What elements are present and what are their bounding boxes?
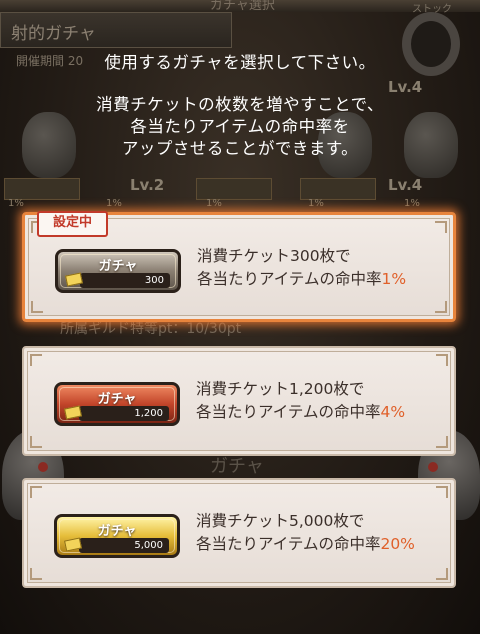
gacha-option-5000[interactable]: ガチャ 5,000 消費チケット5,000枚で 各当たりアイテムの命中率20% (22, 478, 456, 588)
bg-tab-label: 射的ガチャ (11, 24, 96, 44)
button-label: ガチャ (97, 524, 137, 539)
button-label: ガチャ (97, 392, 137, 407)
gacha-button-300[interactable]: ガチャ 300 (55, 249, 181, 293)
desc-line-1: 消費チケット5,000枚で (196, 512, 365, 530)
bg-percent: 1% (308, 198, 324, 209)
bg-percent: 1% (8, 198, 24, 209)
desc-line-2: 各当たりアイテムの命中率20% (196, 533, 415, 556)
option-description: 消費チケット1,200枚で 各当たりアイテムの命中率4% (196, 378, 405, 424)
gacha-button-1200[interactable]: ガチャ 1,200 (54, 382, 180, 426)
hit-rate: 1% (381, 270, 407, 288)
card-corner (31, 301, 43, 313)
card-corner (436, 354, 448, 366)
option-description: 消費チケット300枚で 各当たりアイテムの命中率1% (197, 245, 406, 291)
card-corner (30, 568, 42, 580)
ticket-cost: 1,200 (79, 406, 169, 421)
bg-gacha-tab: 射的ガチャ (0, 12, 232, 48)
card-corner (436, 568, 448, 580)
card-corner (435, 221, 447, 233)
card-corner (436, 436, 448, 448)
instruction-line: 各当たりアイテムの命中率を (130, 117, 350, 136)
bg-level-label: Lv.4 (388, 176, 423, 194)
card-corner (30, 486, 42, 498)
gacha-button-5000[interactable]: ガチャ 5,000 (54, 514, 180, 558)
desc-line-2: 各当たりアイテムの命中率4% (196, 401, 405, 424)
bg-percent: 1% (106, 198, 122, 209)
ticket-cost: 5,000 (79, 538, 169, 553)
bg-creature-eye (428, 462, 438, 472)
bg-slot (196, 178, 272, 200)
bg-header: ガチャ選択 (0, 0, 480, 13)
card-corner (436, 486, 448, 498)
desc-prefix: 各当たりアイテムの命中率 (197, 270, 382, 288)
card-corner (30, 436, 42, 448)
selected-badge: 設定中 (37, 211, 109, 237)
bg-percent: 1% (404, 198, 420, 209)
gacha-option-300[interactable]: 設定中 ガチャ 300 消費チケット300枚で 各当たりアイテムの命中率1% (22, 211, 456, 322)
bg-creature-eye (38, 462, 48, 472)
hit-rate: 20% (380, 535, 415, 553)
card-corner (30, 354, 42, 366)
bg-slot (300, 178, 376, 200)
desc-prefix: 各当たりアイテムの命中率 (196, 403, 381, 421)
bg-level-label: Lv.2 (130, 176, 165, 194)
desc-line-2: 各当たりアイテムの命中率1% (197, 268, 406, 291)
ticket-cost: 300 (80, 273, 170, 288)
bg-slot (4, 178, 80, 200)
desc-prefix: 各当たりアイテムの命中率 (196, 535, 381, 553)
instruction-line: 消費チケットの枚数を増やすことで、 (96, 95, 384, 114)
instruction-line: アップさせることができます。 (121, 139, 359, 158)
button-label: ガチャ (98, 259, 138, 274)
bg-percent: 1% (206, 198, 222, 209)
instruction-line: 使用するガチャを選択して下さい。 (104, 53, 376, 72)
desc-line-1: 消費チケット1,200枚で (196, 380, 365, 398)
option-description: 消費チケット5,000枚で 各当たりアイテムの命中率20% (196, 510, 415, 556)
desc-line-1: 消費チケット300枚で (197, 247, 351, 265)
hit-rate: 4% (380, 403, 406, 421)
card-corner (435, 301, 447, 313)
gacha-option-1200[interactable]: ガチャ 1,200 消費チケット1,200枚で 各当たりアイテムの命中率4% (22, 346, 456, 456)
